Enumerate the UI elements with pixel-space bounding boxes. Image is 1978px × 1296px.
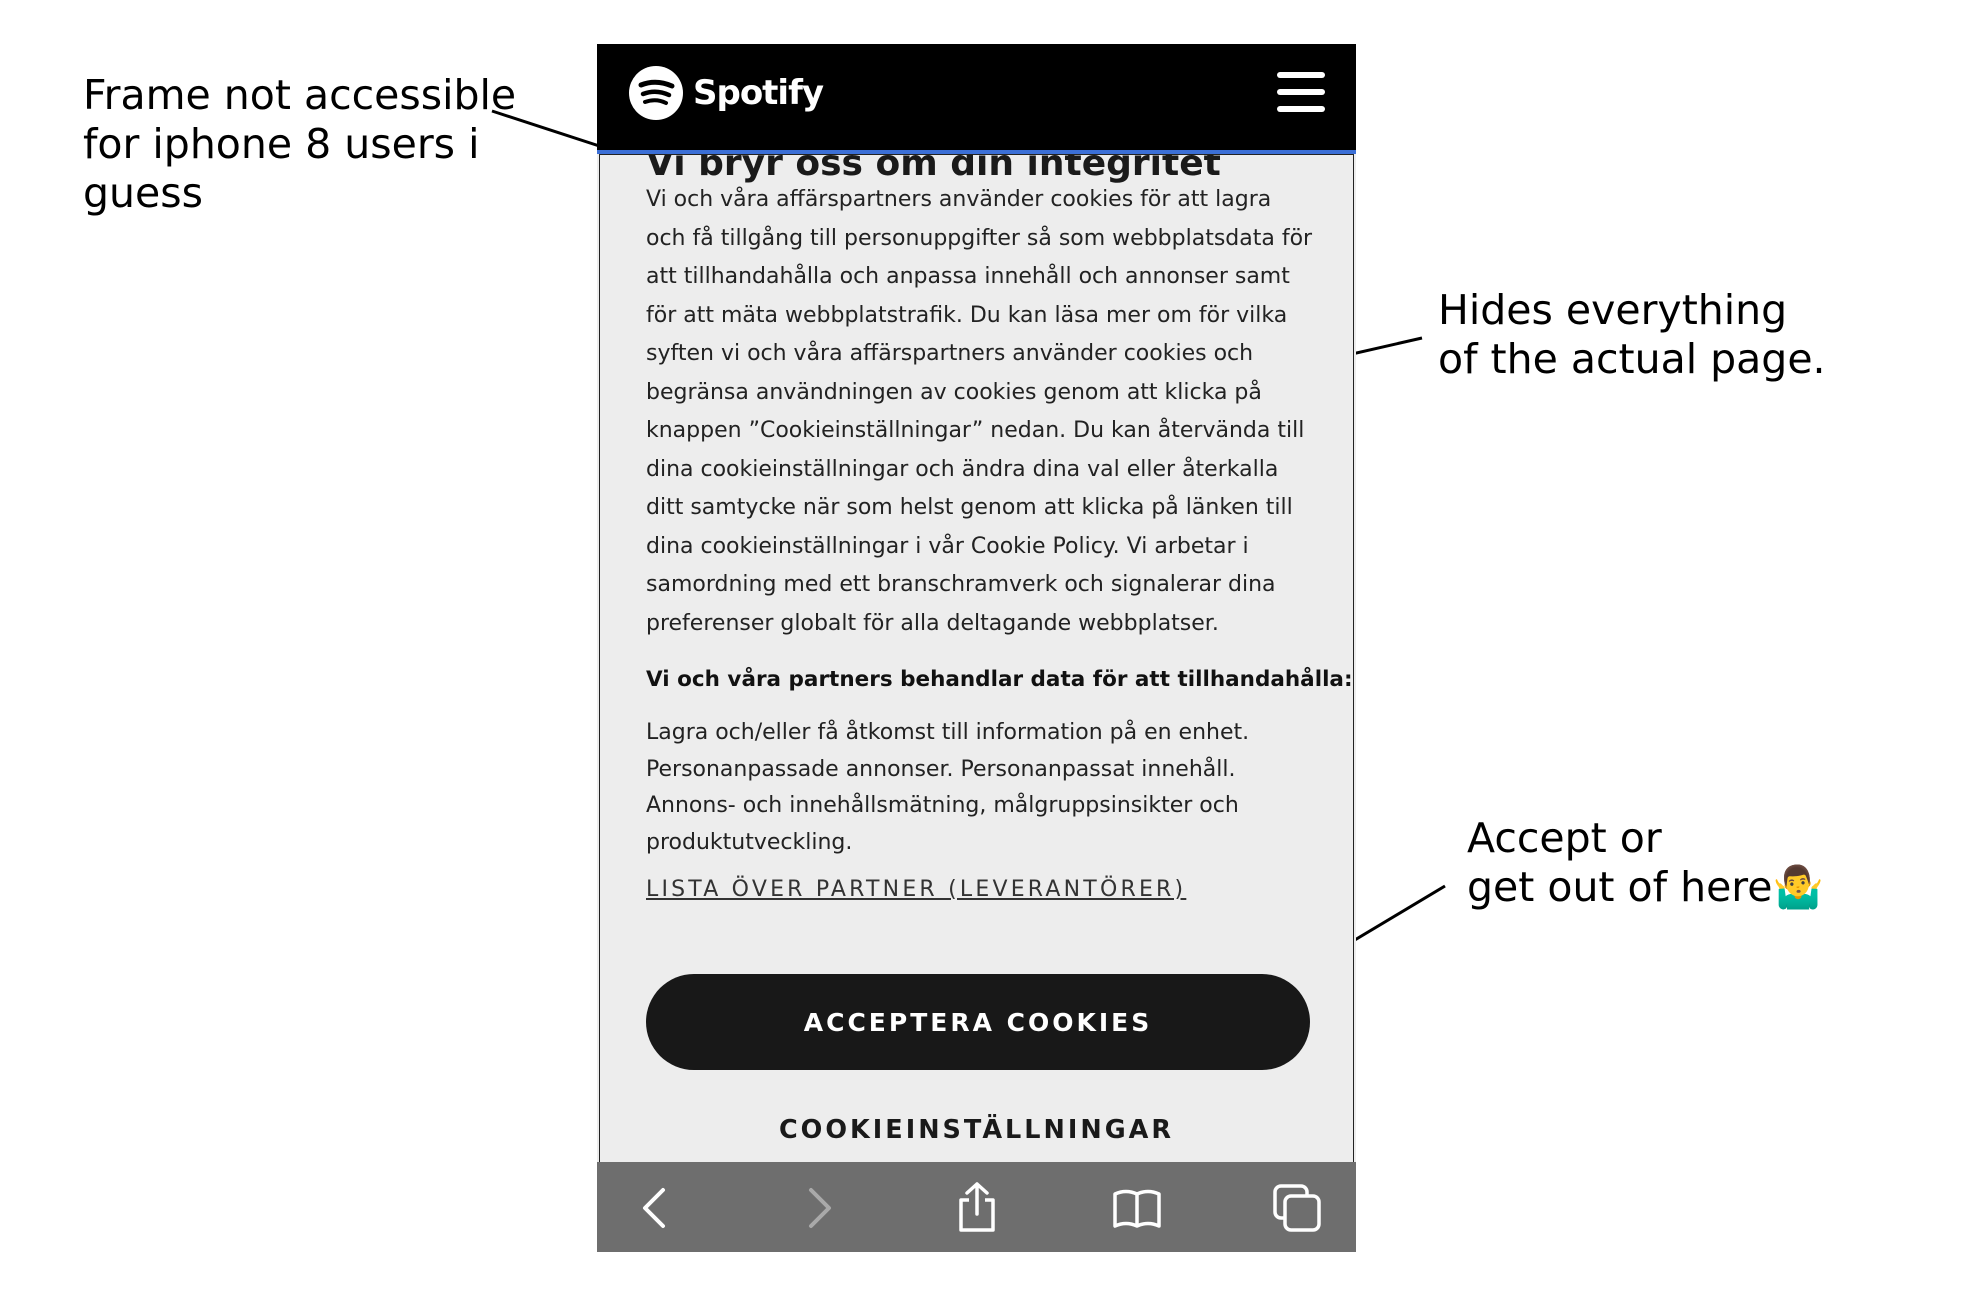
cookie-consent-banner: Vi bryr oss om din integritet Vi och vår… — [599, 154, 1354, 1164]
partner-list-link[interactable]: LISTA ÖVER PARTNER (LEVERANTÖRER) — [646, 877, 1186, 902]
hides-annotation-line-1: Hides everything — [1438, 286, 1788, 334]
phone-screen: Spotify Vi bryr oss om din integritet Vi… — [597, 44, 1356, 1252]
accept-annotation-line-1: Accept or — [1467, 814, 1662, 862]
browser-toolbar — [597, 1162, 1356, 1252]
banner-purposes-text: Lagra och/eller få åtkomst till informat… — [646, 720, 1250, 855]
frame-annotation: Frame not accessible for iphone 8 users … — [83, 71, 516, 218]
brand-name: Spotify — [693, 73, 824, 113]
hides-annotation-line-2: of the actual page. — [1438, 335, 1826, 383]
share-icon[interactable] — [949, 1180, 1005, 1236]
spotify-logo-icon — [629, 66, 683, 120]
frame-annotation-line-3: guess — [83, 169, 203, 217]
forward-icon[interactable] — [789, 1180, 845, 1236]
banner-body-text: Vi och våra affärspartners använder cook… — [646, 187, 1313, 636]
tabs-icon[interactable] — [1269, 1180, 1325, 1236]
accept-annotation-line-2: get out of here🤷‍♂️ — [1467, 863, 1824, 911]
accept-annotation: Accept or get out of here🤷‍♂️ — [1467, 814, 1824, 912]
bookmarks-icon[interactable] — [1109, 1180, 1165, 1236]
frame-annotation-line-1: Frame not accessible — [83, 71, 517, 119]
spotify-logo[interactable]: Spotify — [629, 66, 824, 120]
hamburger-menu-icon[interactable] — [1277, 72, 1325, 112]
cookie-settings-button[interactable]: COOKIEINSTÄLLNINGAR — [600, 1115, 1353, 1145]
back-icon[interactable] — [629, 1180, 685, 1236]
top-navigation-bar: Spotify — [597, 44, 1356, 154]
frame-annotation-line-2: for iphone 8 users i — [83, 120, 480, 168]
hides-annotation: Hides everything of the actual page. — [1438, 286, 1826, 384]
accept-cookies-button[interactable]: ACCEPTERA COOKIES — [646, 974, 1310, 1070]
banner-subheading: Vi och våra partners behandlar data för … — [646, 667, 1353, 692]
banner-title: Vi bryr oss om din integritet — [646, 154, 1221, 184]
